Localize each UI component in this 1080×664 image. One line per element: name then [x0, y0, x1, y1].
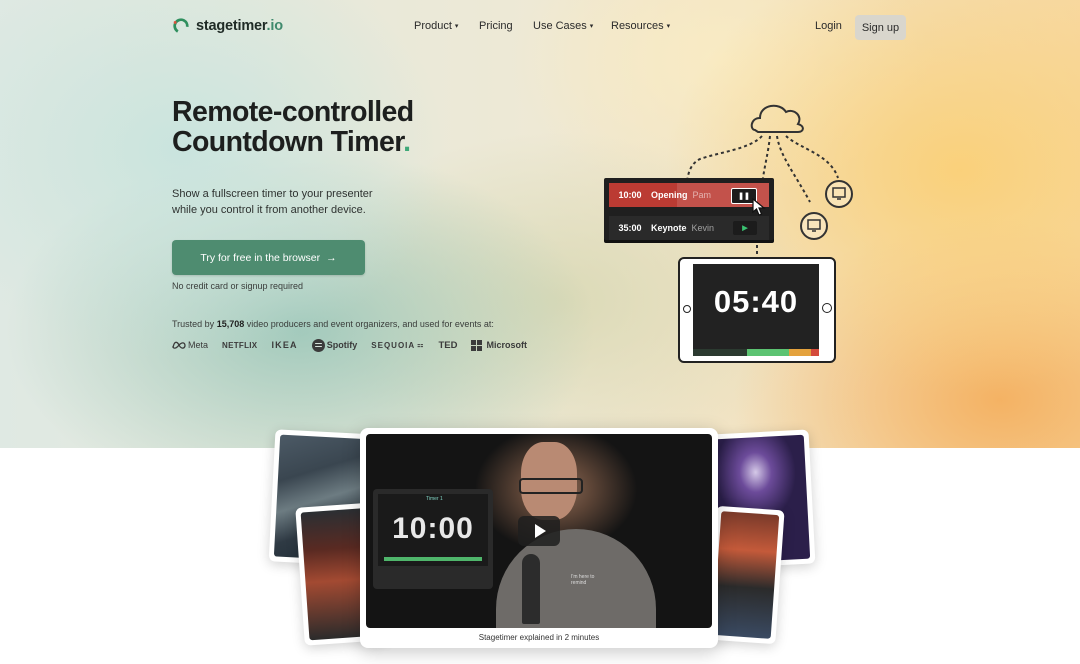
play-button[interactable]	[518, 516, 560, 546]
try-free-label: Try for free in the browser	[200, 251, 321, 264]
timer-row: 10:00 Opening Pam ❚❚	[609, 183, 769, 207]
presenter-glasses	[519, 478, 583, 494]
monitor-icon	[825, 180, 853, 208]
explainer-video[interactable]: I'm here to remind Timer 1 10:00	[366, 434, 712, 628]
trusted-count: 15,708	[216, 319, 245, 329]
video-timer-label: Timer 1	[426, 496, 443, 502]
video-caption: Stagetimer explained in 2 minutes	[478, 633, 600, 642]
nav-resources-label: Resources	[611, 20, 664, 32]
nav-resources[interactable]: Resources ▾	[611, 20, 670, 32]
cloud-icon	[750, 104, 804, 133]
nav-product[interactable]: Product ▾	[414, 20, 458, 32]
nav-pricing[interactable]: Pricing	[479, 20, 513, 32]
shirt-text: I'm here to remind	[571, 574, 595, 586]
video-timer-value: 10:00	[392, 512, 474, 545]
tablet-camera	[683, 305, 691, 313]
laptop: Timer 1 10:00	[373, 489, 493, 589]
video-timer-bar	[384, 557, 482, 561]
chevron-down-icon: ▾	[454, 23, 459, 30]
meta-icon	[172, 341, 186, 349]
arrow-right-icon: →	[326, 251, 337, 264]
timer-speaker: Kevin	[691, 223, 715, 233]
ted-logo: TED	[438, 339, 458, 351]
remote-control-illustration: 10:00 Opening Pam ❚❚ 35:00 Keynote Kevin…	[600, 94, 860, 364]
timer-speaker: Pam	[692, 190, 712, 200]
cursor-icon	[752, 198, 766, 216]
time-progress-bar	[693, 349, 819, 356]
monitor-icon	[800, 212, 828, 240]
timer-row: 35:00 Keynote Kevin ▶	[609, 216, 769, 240]
no-credit-card-note: No credit card or signup required	[172, 281, 304, 291]
trusted-by-text: Trusted by 15,708 video producers and ev…	[172, 319, 494, 329]
laptop-screen: Timer 1 10:00	[378, 494, 488, 566]
sequoia-mark-icon: ⚏	[417, 342, 425, 349]
nav-use-cases-label: Use Cases	[533, 20, 587, 32]
play-icon: ▶	[733, 221, 757, 235]
microsoft-icon	[471, 339, 483, 351]
brand-logos: Meta NETFLIX IKEA Spotify SEQUOIA ⚏ TED …	[172, 337, 541, 353]
logo-icon	[173, 18, 189, 34]
microsoft-logo: Microsoft	[471, 339, 527, 351]
tablet-countdown: 05:40	[713, 284, 799, 319]
chevron-down-icon: ▾	[589, 23, 594, 30]
title-line-2: Countdown Timer.	[172, 126, 415, 159]
brand-name: stagetimer.io	[196, 18, 283, 34]
netflix-logo: NETFLIX	[222, 340, 258, 350]
video-card[interactable]: I'm here to remind Timer 1 10:00 Stageti…	[360, 428, 718, 648]
timer-time: 10:00	[618, 190, 642, 200]
timer-name: Opening	[651, 190, 688, 200]
spotify-icon	[311, 338, 325, 352]
sequoia-logo: SEQUOIA ⚏	[371, 340, 425, 350]
nav-product-label: Product	[414, 20, 452, 32]
title-line-1: Remote-controlled	[172, 96, 414, 128]
hero-subtitle: Show a fullscreen timer to your presente…	[172, 188, 373, 216]
try-free-button[interactable]: Try for free in the browser →	[172, 240, 365, 275]
meta-logo: Meta	[172, 340, 208, 350]
spotify-logo: Spotify	[311, 338, 357, 352]
page-title: Remote-controlled Countdown Timer.	[172, 96, 415, 159]
event-photo[interactable]	[707, 505, 785, 645]
login-link[interactable]: Login	[815, 20, 842, 32]
tablet-home-button	[822, 303, 832, 313]
microphone	[522, 554, 540, 624]
chevron-down-icon: ▾	[666, 23, 671, 30]
timer-controller: 10:00 Opening Pam ❚❚ 35:00 Keynote Kevin…	[604, 178, 774, 240]
signup-button[interactable]: Sign up	[855, 15, 906, 40]
tablet-screen: 05:40	[693, 264, 819, 356]
hero-section: stagetimer.io Product ▾ Pricing Use Case…	[0, 0, 1080, 448]
nav-pricing-label: Pricing	[479, 20, 513, 32]
tablet-display: 05:40	[678, 257, 836, 363]
ikea-logo: IKEA	[271, 340, 298, 350]
brand-logo[interactable]: stagetimer.io	[172, 17, 283, 35]
timer-time: 35:00	[618, 223, 642, 233]
timer-name: Keynote	[651, 223, 687, 233]
nav-use-cases[interactable]: Use Cases ▾	[533, 20, 593, 32]
